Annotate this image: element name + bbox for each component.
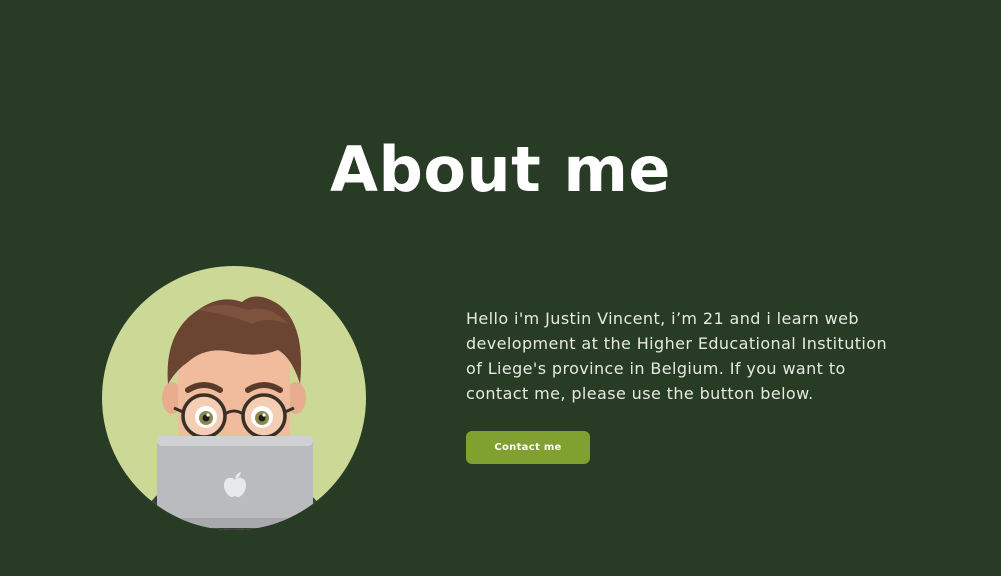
section-title: About me — [330, 133, 671, 206]
memoji-avatar-illustration — [142, 296, 326, 530]
contact-button[interactable]: Contact me — [466, 431, 590, 464]
about-section: About me Hello i'm Justin Vincent, i’m 2… — [0, 0, 1001, 576]
profile-avatar — [102, 266, 366, 530]
bio-text: Hello i'm Justin Vincent, i’m 21 and i l… — [466, 309, 887, 403]
